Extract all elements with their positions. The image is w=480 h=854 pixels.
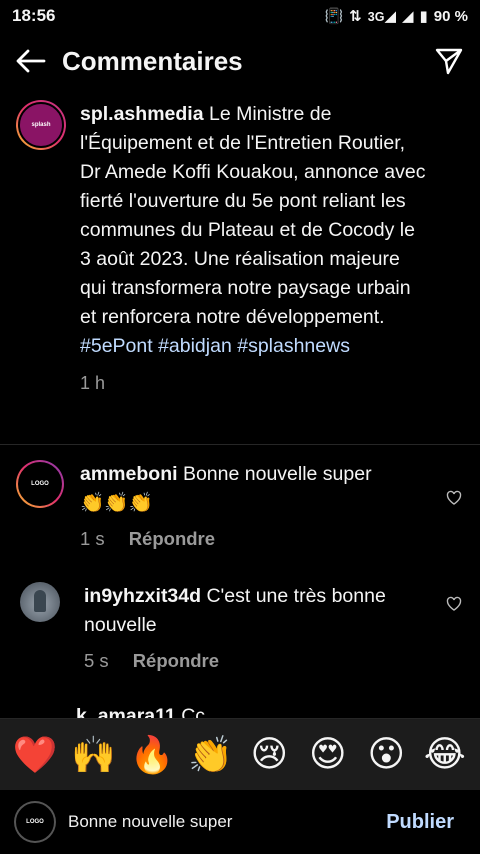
emoji-laughing-button[interactable]: 😂 — [420, 730, 470, 780]
comment-text: Cc — [175, 705, 206, 718]
emoji-fire-button[interactable]: 🔥 — [127, 730, 177, 780]
comment-item: LOGO ammeboni Bonne nouvelle super 👏👏👏 1… — [0, 460, 480, 553]
battery-level: 90 % — [433, 7, 468, 25]
emoji-heart-eyes-button[interactable]: 😍 — [303, 730, 353, 780]
battery-icon: ▮ — [419, 8, 428, 25]
emoji-crying-button[interactable]: 😢 — [244, 730, 294, 780]
emoji-quick-bar: ❤️ 🙌 🔥 👏 😢 😍 😮 😂 — [0, 718, 480, 790]
avatar-logo-text: splash — [18, 102, 64, 148]
header: Commentaires — [0, 32, 480, 90]
emoji-surprised-button[interactable]: 😮 — [361, 730, 411, 780]
status-icons: 📳 ⇅ 3G◢ ◢ ▮ 90 % — [324, 7, 468, 26]
page-title: Commentaires — [62, 45, 243, 76]
composer-avatar: LOGO — [14, 801, 56, 843]
vibrate-icon: 📳 — [324, 8, 344, 25]
post-caption: splash spl.ashmedia Le Ministre de l'Équ… — [0, 100, 480, 398]
comment-avatar[interactable]: LOGO — [16, 460, 64, 508]
status-bar: 18:56 📳 ⇅ 3G◢ ◢ ▮ 90 % — [0, 0, 480, 32]
partial-comment: k_amara11 Cc — [0, 702, 480, 718]
comment-input[interactable] — [68, 812, 387, 832]
comment-emoji: 👏👏👏 — [80, 492, 153, 514]
publish-button[interactable]: Publier — [386, 811, 454, 834]
signal-3g-icon: 3G◢ — [367, 8, 396, 25]
comment-username[interactable]: k_amara11 — [76, 705, 176, 718]
back-arrow-icon[interactable] — [14, 44, 48, 78]
caption-body: spl.ashmedia Le Ministre de l'Équipement… — [80, 100, 426, 398]
comment-body: ammeboni Bonne nouvelle super 👏👏👏 1 s Ré… — [80, 460, 410, 553]
caption-text: Le Ministre de l'Équipement et de l'Entr… — [80, 103, 426, 328]
caption-avatar[interactable]: splash — [16, 100, 66, 150]
caption-time: 1 h — [80, 373, 106, 393]
comment-body: in9yhzxit34d C'est une très bonne nouvel… — [84, 582, 414, 675]
heart-icon[interactable] — [446, 596, 462, 612]
caption-hashtags[interactable]: #5ePont #abidjan #splashnews — [80, 332, 426, 361]
status-time: 18:56 — [12, 6, 56, 25]
heart-icon[interactable] — [446, 490, 462, 506]
reply-button[interactable]: Répondre — [133, 646, 219, 675]
comment-time: 1 s — [80, 528, 105, 549]
avatar-logo-text: LOGO — [16, 803, 54, 841]
emoji-heart-button[interactable]: ❤️ — [10, 730, 60, 780]
comment-avatar[interactable] — [20, 582, 60, 622]
partial-comment-text: k_amara11 Cc — [76, 702, 205, 718]
reply-button[interactable]: Répondre — [129, 524, 215, 553]
comment-time: 5 s — [84, 650, 109, 671]
comment-text: Bonne nouvelle super — [177, 463, 372, 485]
comment-username[interactable]: ammeboni — [80, 463, 178, 485]
emoji-raised-hands-button[interactable]: 🙌 — [69, 730, 119, 780]
comment-composer: LOGO Publier — [0, 790, 480, 854]
emoji-clap-button[interactable]: 👏 — [186, 730, 236, 780]
caption-username[interactable]: spl.ashmedia — [80, 103, 204, 125]
avatar-logo-text: LOGO — [18, 462, 62, 506]
comment-item: in9yhzxit34d C'est une très bonne nouvel… — [0, 582, 480, 675]
data-transfer-icon: ⇅ — [349, 8, 362, 25]
send-icon[interactable] — [432, 44, 466, 78]
divider — [0, 444, 480, 445]
signal-icon: ◢ — [401, 8, 414, 25]
comment-username[interactable]: in9yhzxit34d — [84, 585, 201, 607]
